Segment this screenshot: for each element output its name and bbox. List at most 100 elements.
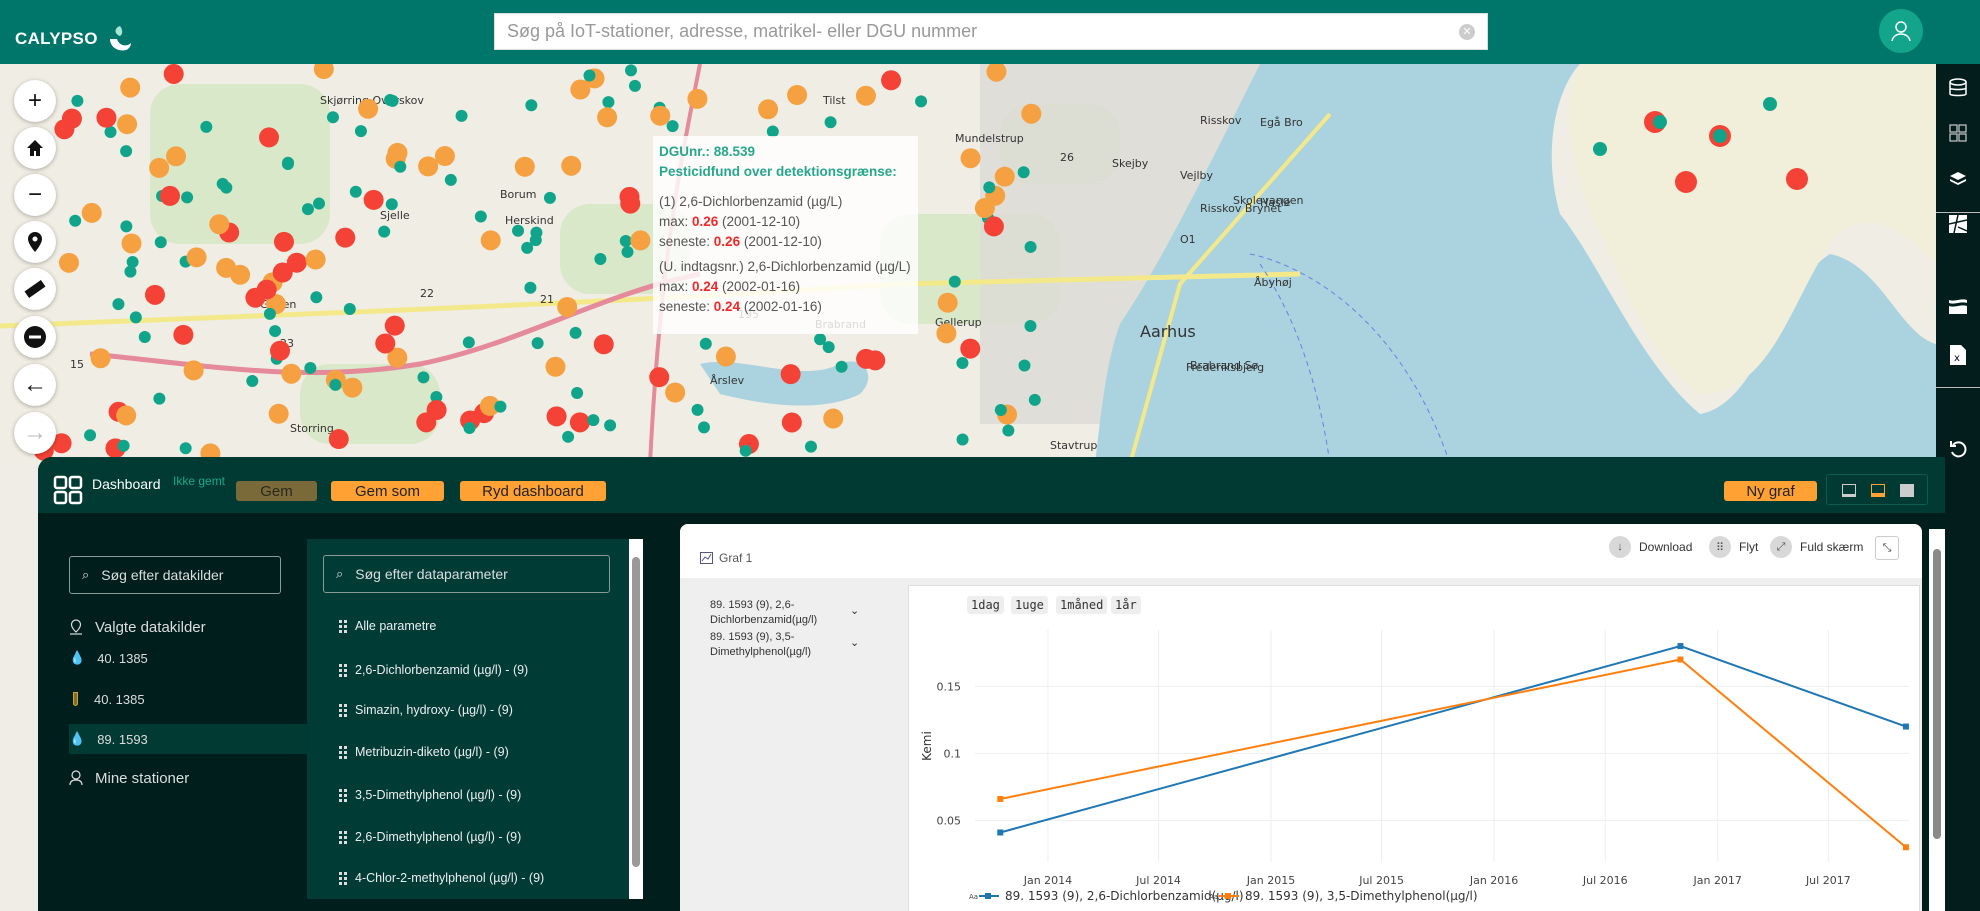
station-marker[interactable] <box>1675 171 1697 193</box>
station-marker[interactable] <box>394 160 407 173</box>
station-marker[interactable] <box>375 333 396 354</box>
station-marker[interactable] <box>209 214 230 235</box>
station-marker[interactable] <box>326 111 339 124</box>
drag-handle-icon[interactable] <box>339 619 347 633</box>
station-marker[interactable] <box>116 405 137 426</box>
station-marker[interactable] <box>378 225 391 238</box>
station-marker[interactable] <box>687 88 708 109</box>
station-marker[interactable] <box>263 307 276 320</box>
parameter-scrollbar[interactable] <box>629 539 643 899</box>
layers-button[interactable] <box>1936 164 1980 194</box>
station-marker[interactable] <box>699 337 712 350</box>
drag-handle-icon[interactable] <box>339 745 347 759</box>
station-marker[interactable] <box>216 177 229 190</box>
station-marker[interactable] <box>1713 129 1727 143</box>
station-marker[interactable] <box>514 156 535 177</box>
parameter-item[interactable]: Simazin, hydroxy- (µg/l) - (9) <box>339 703 513 717</box>
station-marker[interactable] <box>781 412 802 433</box>
station-marker[interactable] <box>163 64 184 84</box>
station-marker[interactable] <box>983 181 996 194</box>
series-selector[interactable]: 89. 1593 (9), 3,5-Dimethylphenol(µg/l) ⌄ <box>710 630 859 660</box>
search-input[interactable] <box>507 21 1459 42</box>
station-marker[interactable] <box>474 210 487 223</box>
station-marker[interactable] <box>304 361 317 374</box>
source-item-selected[interactable]: 💧 89. 1593 <box>69 724 307 754</box>
parameter-item[interactable]: 4-Chlor-2-methylphenol (µg/l) - (9) <box>339 871 544 885</box>
station-marker[interactable] <box>480 230 501 251</box>
station-marker[interactable] <box>630 230 651 251</box>
station-marker[interactable] <box>186 247 207 268</box>
data-point[interactable] <box>997 829 1004 836</box>
station-marker[interactable] <box>602 96 615 109</box>
station-marker[interactable] <box>621 245 634 258</box>
drag-handle-icon[interactable] <box>339 703 347 717</box>
profile-button[interactable] <box>1936 292 1980 322</box>
station-marker[interactable] <box>154 236 167 249</box>
save-as-button[interactable]: Gem som <box>331 481 444 501</box>
layout-half-icon[interactable] <box>1871 484 1885 497</box>
station-marker[interactable] <box>628 79 641 92</box>
dashboard-scrollbar[interactable] <box>1929 529 1945 911</box>
station-marker[interactable] <box>787 85 808 106</box>
parameter-item[interactable]: 2,6-Dimethylphenol (µg/l) - (9) <box>339 830 521 844</box>
station-marker[interactable] <box>246 374 259 387</box>
station-marker[interactable] <box>649 367 670 388</box>
station-marker[interactable] <box>974 198 995 219</box>
station-marker[interactable] <box>593 334 614 355</box>
station-marker[interactable] <box>328 429 349 450</box>
station-marker[interactable] <box>691 403 704 416</box>
station-marker[interactable] <box>270 340 291 361</box>
station-marker[interactable] <box>543 191 556 204</box>
station-marker[interactable] <box>545 356 566 377</box>
station-marker[interactable] <box>90 348 111 369</box>
station-marker[interactable] <box>384 315 405 336</box>
station-marker[interactable] <box>823 408 844 429</box>
station-marker[interactable] <box>329 378 342 391</box>
station-marker[interactable] <box>1017 166 1030 179</box>
station-marker[interactable] <box>112 298 125 311</box>
station-marker[interactable] <box>530 226 543 239</box>
station-marker[interactable] <box>569 326 582 339</box>
data-point[interactable] <box>1902 844 1909 851</box>
series-selector[interactable]: 89. 1593 (9), 2,6-Dichlorbenzamid(µg/l) ⌄ <box>710 598 859 628</box>
station-marker[interactable] <box>650 105 671 126</box>
station-marker[interactable] <box>426 400 447 421</box>
station-marker[interactable] <box>149 157 170 178</box>
station-marker[interactable] <box>624 64 637 77</box>
station-marker[interactable] <box>665 382 686 403</box>
station-marker[interactable] <box>153 392 166 405</box>
parameter-search-input[interactable] <box>355 566 609 582</box>
station-marker[interactable] <box>1786 168 1808 190</box>
station-marker[interactable] <box>587 414 600 427</box>
station-marker[interactable] <box>1653 115 1667 129</box>
station-marker[interactable] <box>455 109 468 122</box>
station-marker[interactable] <box>531 337 544 350</box>
station-marker[interactable] <box>343 303 356 316</box>
clear-search-icon[interactable]: ✕ <box>1459 23 1475 40</box>
station-marker[interactable] <box>282 156 295 169</box>
station-marker[interactable] <box>96 107 117 128</box>
station-marker[interactable] <box>71 94 84 107</box>
station-marker[interactable] <box>494 400 507 413</box>
station-marker[interactable] <box>166 146 187 167</box>
station-marker[interactable] <box>81 202 102 223</box>
scrollbar-thumb[interactable] <box>1933 549 1941 839</box>
station-marker[interactable] <box>1593 142 1607 156</box>
station-marker[interactable] <box>138 331 151 344</box>
parameter-item[interactable]: 2,6-Dichlorbenzamid (µg/l) - (9) <box>339 663 528 677</box>
drag-handle-icon[interactable] <box>339 830 347 844</box>
station-marker[interactable] <box>557 296 578 317</box>
station-marker[interactable] <box>462 336 475 349</box>
drag-handle-icon[interactable] <box>339 788 347 802</box>
station-marker[interactable] <box>117 114 138 135</box>
station-marker[interactable] <box>715 346 736 367</box>
station-marker[interactable] <box>173 324 194 345</box>
station-marker[interactable] <box>179 442 192 455</box>
station-marker[interactable] <box>61 108 82 129</box>
station-marker[interactable] <box>126 255 139 268</box>
station-marker[interactable] <box>822 341 835 354</box>
data-point[interactable] <box>1677 656 1684 663</box>
source-item[interactable]: 40. 1385 <box>69 684 307 714</box>
station-marker[interactable] <box>268 403 289 424</box>
map[interactable]: Skjørring OverskovMundelstrupTilstBorumS… <box>0 64 1936 464</box>
